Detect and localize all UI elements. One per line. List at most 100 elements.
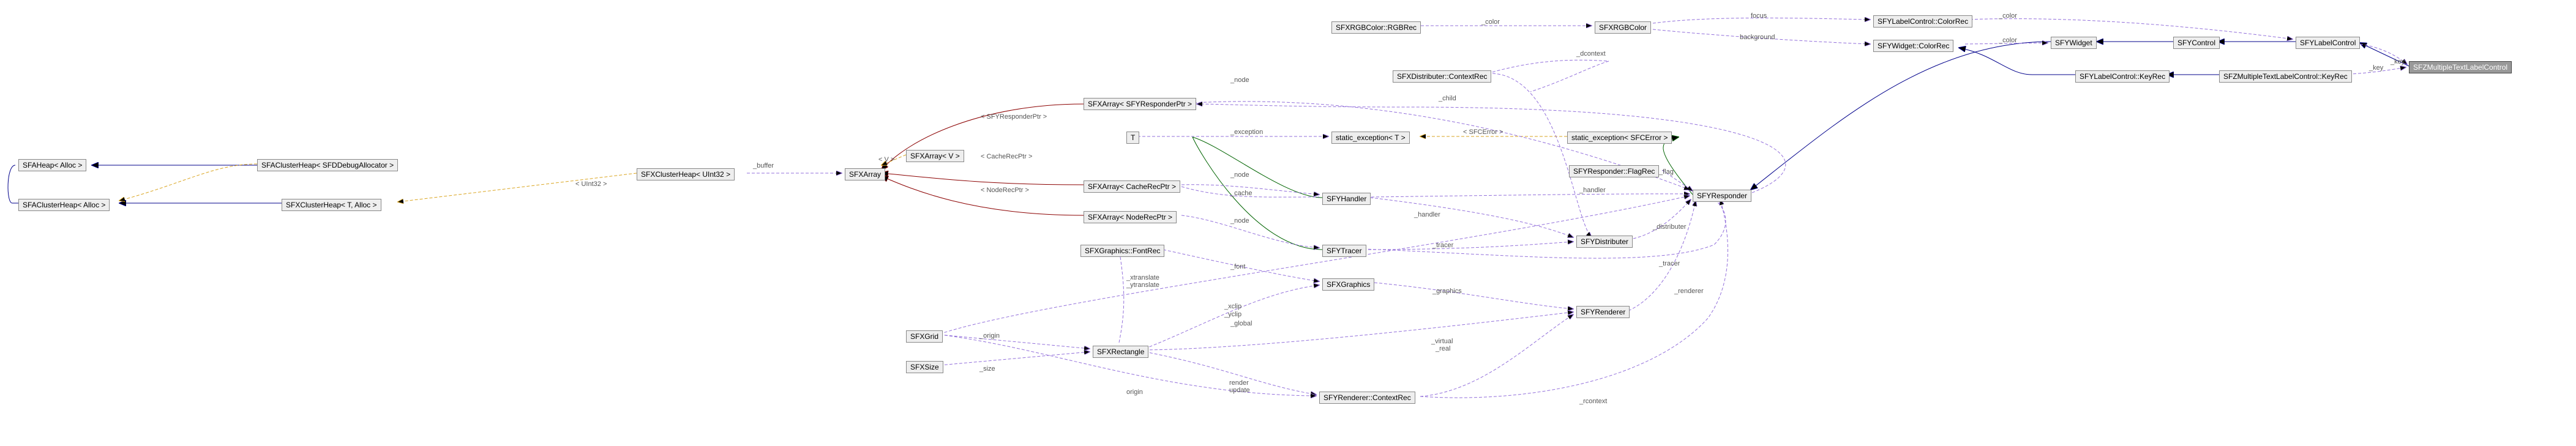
edge-label-font: _font	[1230, 263, 1245, 270]
edge-label-flag: _flag	[1659, 168, 1674, 176]
node-label: SFXGraphics::FontRec	[1085, 247, 1160, 255]
edge-label-key: _key	[2391, 58, 2405, 65]
node-sfxclusterheapuint32[interactable]: SFXClusterHeap< UInt32 >	[637, 168, 735, 180]
node-sfxarrayv[interactable]: SFXArray< V >	[906, 150, 964, 162]
node-sfzmultikeyrec[interactable]: SFZMultipleTextLabelControl::KeyRec	[2219, 70, 2352, 83]
edge-label-yclip: _yclip	[1224, 311, 1241, 318]
node-sfaheapalloc[interactable]: SFAHeap< Alloc >	[18, 159, 86, 171]
node-label: static_exception< SFCError >	[1571, 133, 1668, 142]
node-label: SFZMultipleTextLabelControl	[2413, 63, 2507, 72]
edge-label-sfyresppo: < SFYResponderPtr >	[981, 113, 1047, 121]
node-label: SFXRGBColor::RGBRec	[1336, 23, 1417, 32]
node-sfxrectangle[interactable]: SFXRectangle	[1093, 346, 1148, 358]
node-sfxarraynoderec[interactable]: SFXArray< NodeRecPtr >	[1084, 211, 1177, 223]
node-sfxarraysfyresp[interactable]: SFXArray< SFYResponderPtr >	[1084, 98, 1196, 110]
edge-label-tracer_r: _tracer	[1659, 260, 1680, 267]
edge-label-uint32tmpl: < UInt32 >	[575, 180, 607, 188]
node-label: SFAHeap< Alloc >	[23, 161, 82, 169]
node-sfxdistributercontextrec[interactable]: SFXDistributer::ContextRec	[1393, 70, 1491, 83]
node-label: SFXRGBColor	[1599, 23, 1647, 32]
node-label: SFXDistributer::ContextRec	[1397, 72, 1487, 81]
edge-label-color3: _color	[1999, 37, 2017, 44]
node-sfxgrid[interactable]: SFXGrid	[906, 330, 943, 343]
node-label: SFYLabelControl	[2300, 39, 2356, 47]
edge-label-focus: focus	[1751, 12, 1767, 20]
edge-label-node3: _node	[1230, 217, 1249, 225]
node-label: SFYTracer	[1327, 247, 1362, 255]
edge-label-color1: _color	[1481, 18, 1500, 26]
edge-label-real: _real	[1436, 345, 1450, 352]
node-label: SFXRectangle	[1097, 348, 1144, 356]
node-label: SFYWidget	[2055, 39, 2092, 47]
edge-label-xtranslate: _xtranslate	[1126, 274, 1159, 281]
node-label: SFXArray	[849, 170, 881, 179]
node-sfxrgbcolorrgbrec[interactable]: SFXRGBColor::RGBRec	[1331, 21, 1421, 34]
edge-label-size: _size	[979, 365, 995, 373]
node-label: SFYLabelControl::ColorRec	[1878, 17, 1968, 26]
edge-label-ytranslate: _ytranslate	[1126, 281, 1159, 289]
edge-label-render: render	[1229, 379, 1249, 387]
node-sfxgraphics[interactable]: SFXGraphics	[1322, 278, 1374, 291]
node-label: SFXSize	[910, 363, 939, 371]
node-sfyrenderer[interactable]: SFYRenderer	[1576, 306, 1630, 318]
node-sfydistributer[interactable]: SFYDistributer	[1576, 236, 1633, 248]
node-sfaclusterheapalloc[interactable]: SFAClusterHeap< Alloc >	[18, 199, 110, 211]
node-sfxarraycacherec[interactable]: SFXArray< CacheRecPtr >	[1084, 180, 1180, 193]
edge-label-cacherecptr: < CacheRecPtr >	[981, 153, 1032, 160]
node-sfycontrol[interactable]: SFYControl	[2173, 37, 2220, 49]
node-label: SFXArray< NodeRecPtr >	[1088, 213, 1172, 221]
edge-label-key2: _key	[2369, 64, 2383, 72]
node-label: SFYResponder::FlagRec	[1573, 167, 1655, 176]
node-label: SFYRenderer::ContextRec	[1324, 393, 1411, 402]
node-sfywidgetcolorrec[interactable]: SFYWidget::ColorRec	[1873, 40, 1953, 52]
edge-label-update: update	[1229, 387, 1250, 394]
node-staticexcept[interactable]: static_exception< T >	[1331, 132, 1410, 144]
node-label: SFXClusterHeap< T, Alloc >	[286, 201, 377, 209]
edge-label-renderer: _renderer	[1674, 288, 1704, 295]
edge-label-background: background	[1740, 34, 1775, 41]
node-sfytracer[interactable]: SFYTracer	[1322, 245, 1366, 257]
node-sfylabelkeyrec[interactable]: SFYLabelControl::KeyRec	[2075, 70, 2170, 83]
edge-label-distributer: _distributer	[1653, 223, 1686, 231]
node-label: SFYControl	[2177, 39, 2215, 47]
node-sfyrenderercontextrec[interactable]: SFYRenderer::ContextRec	[1319, 392, 1415, 404]
node-label: SFXGraphics	[1327, 280, 1370, 289]
node-sfxarray[interactable]: SFXArray	[845, 168, 885, 180]
node-sfyresponderflagrec[interactable]: SFYResponder::FlagRec	[1569, 165, 1659, 177]
edge-label-dcontext: _dcontext	[1576, 50, 1606, 58]
node-label: SFZMultipleTextLabelControl::KeyRec	[2223, 72, 2348, 81]
node-sfaclusterheapdebug[interactable]: SFAClusterHeap< SFDDebugAllocator >	[257, 159, 398, 171]
node-sfxrgbcolor[interactable]: SFXRGBColor	[1595, 21, 1651, 34]
edge-label-tracer_l: _tracer	[1432, 242, 1453, 249]
node-sfylabelcontrol[interactable]: SFYLabelControl	[2296, 37, 2360, 49]
edge-label-node1: _node	[1230, 76, 1249, 84]
node-label: SFYRenderer	[1581, 308, 1625, 316]
edge-label-cache: _cache	[1230, 190, 1252, 197]
edge-label-buffer: _buffer	[753, 162, 774, 169]
node-sfxsize[interactable]: SFXSize	[906, 361, 943, 373]
edge-label-virtual: _virtual	[1431, 338, 1453, 345]
edge-label-handler_l: _handler	[1414, 211, 1440, 218]
node-sfyresponder[interactable]: SFYResponder	[1693, 190, 1751, 202]
node-label: SFYLabelControl::KeyRec	[2080, 72, 2165, 81]
node-label: static_exception< T >	[1336, 133, 1406, 142]
edge-label-color2: _color	[1999, 12, 2017, 20]
node-sfzmulti[interactable]: SFZMultipleTextLabelControl	[2409, 61, 2512, 73]
edge-label-handler_r: _handler	[1579, 187, 1606, 194]
node-label: SFAClusterHeap< SFDDebugAllocator >	[261, 161, 394, 169]
edge-label-node2: _node	[1230, 171, 1249, 179]
node-sfywidget[interactable]: SFYWidget	[2051, 37, 2097, 49]
edge-label-graphics: _graphics	[1432, 288, 1462, 295]
node-label: SFAClusterHeap< Alloc >	[23, 201, 105, 209]
edge-label-rcontext: _rcontext	[1579, 398, 1607, 405]
node-sfyhandler[interactable]: SFYHandler	[1322, 193, 1371, 205]
node-t[interactable]: T	[1126, 132, 1139, 144]
node-sfylabelcolorrec[interactable]: SFYLabelControl::ColorRec	[1873, 15, 1972, 28]
node-label: SFYResponder	[1697, 191, 1747, 200]
edge-label-exception: _exception	[1230, 128, 1263, 136]
node-staticexceptsfc[interactable]: static_exception< SFCError >	[1567, 132, 1672, 144]
node-label: SFYHandler	[1327, 195, 1366, 203]
node-sfxclusterheaptalloc[interactable]: SFXClusterHeap< T, Alloc >	[282, 199, 381, 211]
node-sfxgraphicsfontrec[interactable]: SFXGraphics::FontRec	[1080, 245, 1164, 257]
edge-label-origin2: origin	[1126, 388, 1143, 396]
